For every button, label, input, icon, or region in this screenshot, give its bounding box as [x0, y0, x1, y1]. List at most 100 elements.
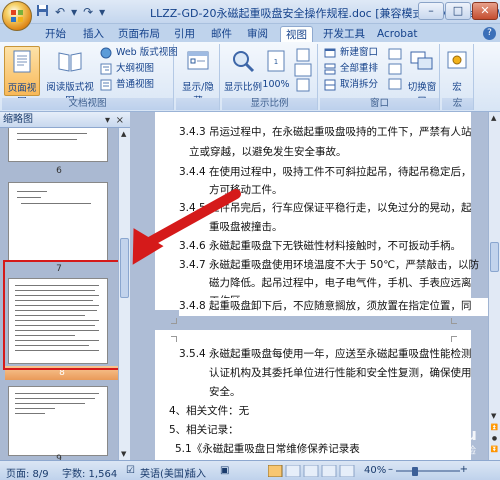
zoom-slider-track [396, 470, 460, 472]
insert-mode[interactable]: 插入 [186, 465, 206, 480]
page-indicator[interactable]: 页面: 8/9 [6, 465, 49, 480]
crop-mark [171, 336, 177, 342]
doc-line: 3.4.7 永磁起重吸盘使用环境温度不大于 50℃，严禁敲击，以防 [179, 259, 480, 271]
zoom-button[interactable]: 显示比例 [224, 46, 262, 96]
selection-highlight-frame [3, 260, 121, 370]
group-label-show-hide [176, 98, 219, 110]
doc-line: 立或穿越，以避免发生安全事故。 [189, 146, 347, 158]
doc-line: 磁力降低。起吊过程中，电子电气件，手机、手表应远离 [209, 277, 472, 289]
zoom-slider[interactable]: – + [388, 464, 468, 476]
vertical-scroll-handle[interactable] [490, 242, 499, 272]
remove-split-button[interactable]: 取消拆分 [324, 78, 378, 92]
scroll-up-arrow-icon[interactable]: ▲ [491, 114, 496, 122]
word-count[interactable]: 字数: 1,564 [62, 465, 117, 480]
redo-icon[interactable]: ↷ [83, 5, 93, 19]
zoom-in-icon[interactable]: + [460, 464, 468, 475]
show-hide-button[interactable]: 显示/隐藏 [178, 46, 218, 107]
switch-windows-button[interactable]: 切换窗口 [404, 46, 440, 107]
page-thumbnail[interactable] [8, 182, 108, 262]
tab-view[interactable]: 视图 [280, 26, 313, 42]
scroll-up-arrow-icon[interactable]: ▲ [121, 130, 126, 138]
previous-page-icon[interactable]: ⏫ [490, 424, 499, 434]
magnifier-icon [233, 51, 255, 73]
crop-mark [451, 318, 457, 324]
doc-line: 3.4.5 工件吊完后，行车应保证平稳行走，以免过分的晃动，起 [179, 202, 472, 214]
new-window-button[interactable]: 新建窗口 [324, 46, 378, 60]
page-number: 6 [56, 166, 62, 176]
page-thumbnail[interactable] [8, 128, 108, 162]
page-thumbnail[interactable] [8, 386, 108, 456]
pane-dropdown-icon[interactable]: ▾ [105, 113, 110, 128]
document-area: 3.4.3 吊运过程中，在永磁起重吸盘吸持的工件下，严禁有人站 立或穿越，以避免… [131, 112, 488, 460]
tab-acrobat[interactable]: Acrobat [372, 26, 423, 42]
group-label-window: 窗口 [320, 98, 439, 110]
arrange-all-button[interactable]: 全部重排 [324, 62, 378, 76]
view-buttons[interactable] [268, 465, 358, 477]
tab-insert[interactable]: 插入 [78, 26, 109, 42]
tab-references[interactable]: 引用 [169, 26, 200, 42]
help-icon[interactable]: ? [483, 27, 496, 40]
minimize-button[interactable]: – [418, 2, 444, 20]
window-controls: – □ ✕ [418, 2, 498, 20]
spellcheck-icon[interactable]: ☑ [126, 465, 135, 476]
outline-button[interactable]: 大纲视图 [100, 62, 154, 76]
thumbnail-pane: 缩略图 ▾ × 6 7 8 9 ▲ ▼ [0, 112, 130, 460]
tab-review[interactable]: 审阅 [242, 26, 273, 42]
zoom-label: 显示比例 [224, 82, 263, 93]
maximize-button[interactable]: □ [445, 2, 471, 20]
doc-line: 3.4.4 在使用过程中，吸持工件不可斜拉起吊，待起吊稳定后， [179, 166, 472, 178]
customize-qat-icon[interactable]: ▾ [99, 5, 105, 19]
page-100-icon: 1 [267, 50, 285, 72]
draft-button[interactable]: 普通视图 [100, 78, 154, 92]
thumbnail-pane-title: 缩略图 [3, 114, 33, 125]
next-page-icon[interactable]: ⏬ [490, 446, 499, 456]
group-show-hide: 显示/隐藏 [176, 44, 220, 110]
thumbnail-scrollbar[interactable]: ▲ ▼ [118, 128, 130, 460]
zoom-slider-knob[interactable] [412, 467, 419, 476]
split-icon [324, 79, 336, 91]
undo-icon[interactable]: ↶ [55, 5, 65, 19]
zoom-100-button[interactable]: 1 100% [262, 46, 290, 96]
qat-dropdown-icon[interactable]: ▾ [71, 5, 77, 19]
pane-close-icon[interactable]: × [116, 113, 124, 128]
web-icon [100, 47, 112, 59]
show-hide-icon [187, 51, 209, 70]
thumbnail-pane-header: 缩略图 ▾ × [0, 112, 130, 128]
quick-access-toolbar: ↶ ▾ ↷ ▾ [36, 4, 105, 20]
macros-button[interactable]: 宏 [442, 46, 472, 96]
tab-mailings[interactable]: 邮件 [206, 26, 237, 42]
macros-label: 宏 [452, 82, 462, 93]
document-page[interactable]: 3.5.4 永磁起重吸盘每使用一年，应送至永磁起重吸盘性能检测 认证机构及其委托… [155, 330, 472, 460]
save-icon[interactable] [36, 4, 49, 20]
doc-line: 5、相关记录： [169, 424, 239, 436]
vertical-scrollbar[interactable]: ▲ ▼ ⏫ ● ⏬ [488, 112, 500, 460]
zoom-level[interactable]: 40% [364, 465, 386, 476]
macro-icon [447, 51, 467, 69]
macro-record-icon[interactable]: ▣ [220, 465, 229, 476]
close-button[interactable]: ✕ [472, 2, 498, 20]
full-reading-button[interactable]: 阅读版式视图 [42, 46, 98, 107]
doc-line: 方可移动工件。 [209, 184, 283, 196]
language-indicator[interactable]: 英语(美国) [140, 465, 188, 480]
document-page[interactable]: 3.4.3 吊运过程中，在永磁起重吸盘吸持的工件下，严禁有人站 立或穿越，以避免… [155, 112, 479, 310]
tab-page-layout[interactable]: 页面布局 [113, 26, 165, 42]
tab-developer[interactable]: 开发工具 [318, 26, 370, 42]
scroll-down-arrow-icon[interactable]: ▼ [121, 450, 126, 458]
browse-object-icon[interactable]: ● [490, 435, 499, 445]
print-layout-button[interactable]: 页面视图 [4, 46, 40, 108]
side-by-side-icons[interactable] [388, 48, 402, 92]
page-width-icons[interactable] [294, 48, 312, 92]
web-layout-button[interactable]: Web 版式视图 [100, 46, 178, 60]
tab-home[interactable]: 开始 [40, 26, 71, 42]
group-label-macros: 宏 [442, 98, 473, 110]
status-bar: 页面: 8/9 字数: 1,564 ☑ 英语(美国) 插入 ▣ 40% – + [0, 460, 500, 480]
svg-text:1: 1 [274, 58, 278, 66]
zoom-out-icon[interactable]: – [388, 464, 393, 475]
group-label-zoom: 显示比例 [222, 98, 317, 110]
doc-line: 重吸盘被撞击。 [209, 221, 283, 233]
thumbnail-scroll-handle[interactable] [120, 238, 129, 298]
ribbon: 页面视图 阅读版式视图 Web 版式视图 大纲视图 普通视图 文档视图 [0, 42, 500, 112]
office-button[interactable] [2, 1, 32, 31]
ribbon-tabs: 开始 插入 页面布局 引用 邮件 审阅 视图 开发工具 Acrobat ? [0, 24, 500, 42]
scroll-down-arrow-icon[interactable]: ▼ [491, 412, 496, 420]
